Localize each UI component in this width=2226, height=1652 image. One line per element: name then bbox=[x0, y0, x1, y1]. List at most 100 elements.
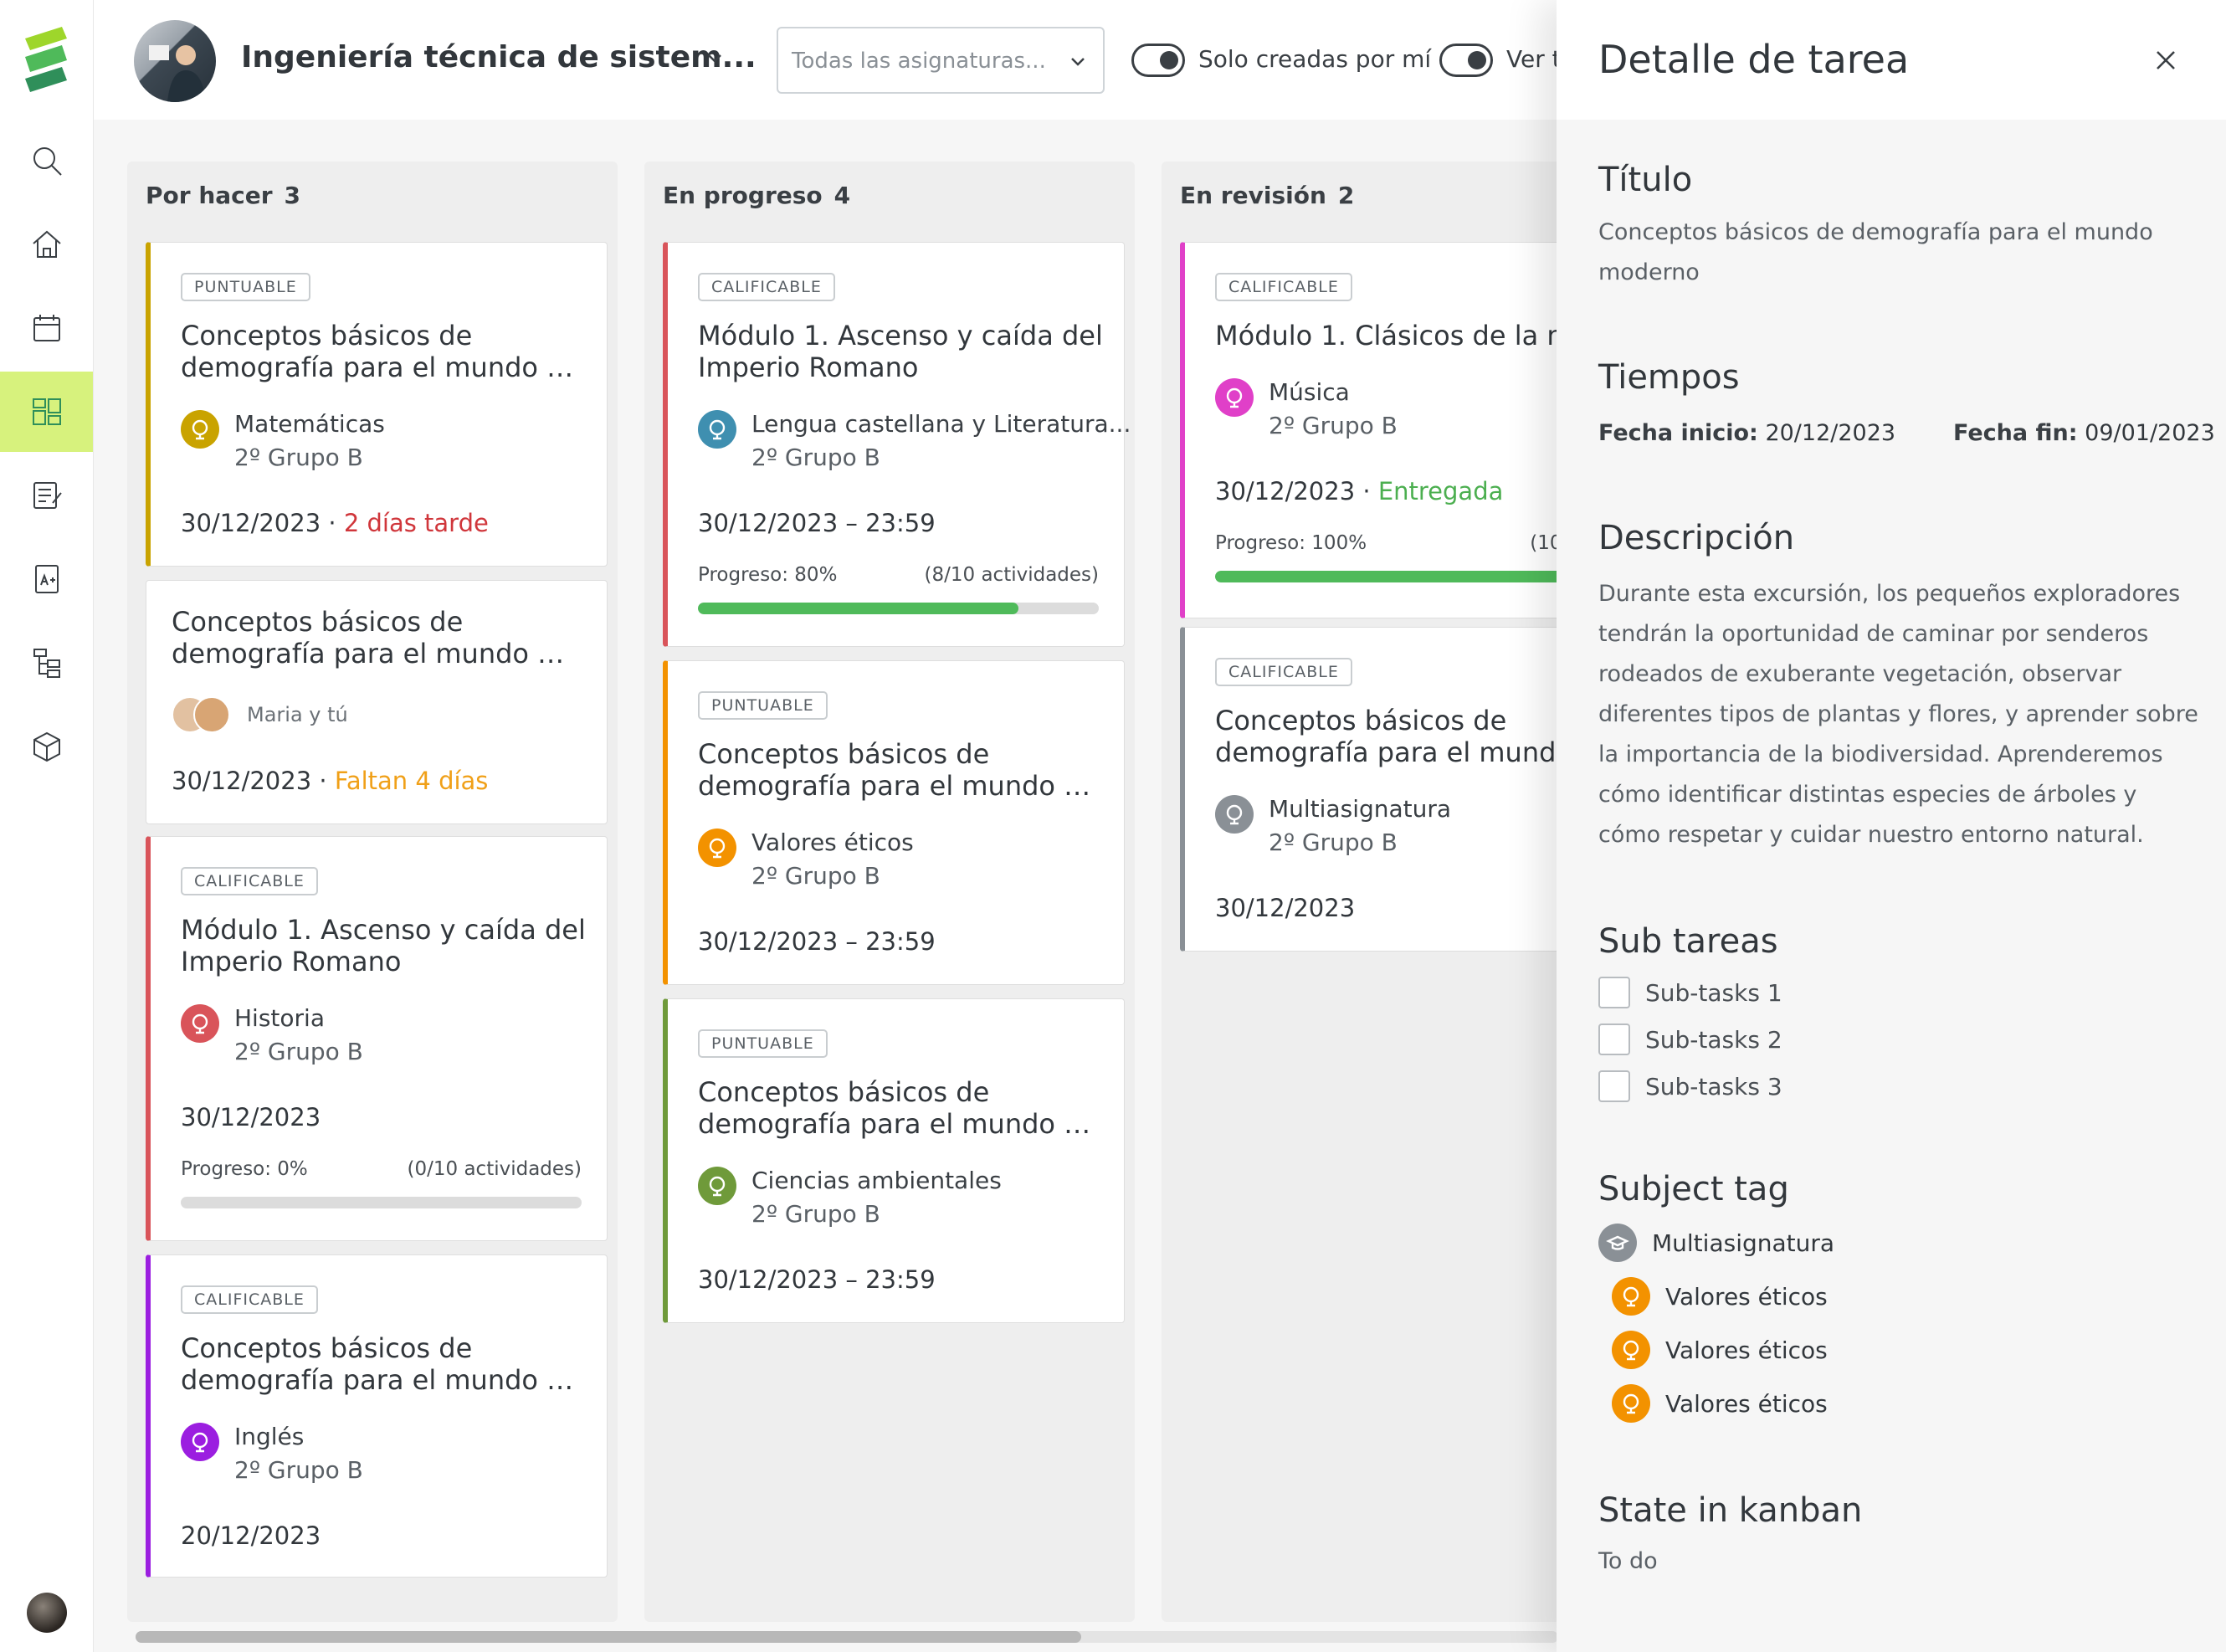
subject-icon bbox=[181, 410, 219, 449]
course-title[interactable]: Ingeniería técnica de sistem... bbox=[241, 40, 757, 74]
card-date: 30/12/2023 – 23:59 bbox=[698, 927, 936, 956]
progress-fill bbox=[698, 603, 1019, 614]
card-title: Módulo 1. Clásicos de la mú bbox=[1215, 320, 1558, 351]
home-icon[interactable] bbox=[0, 204, 93, 285]
subject-tag-item: Valores éticos bbox=[1612, 1277, 1828, 1316]
task-card[interactable]: CALIFICABLE Módulo 1. Ascenso y caída de… bbox=[663, 242, 1131, 647]
subject-tag-item: Valores éticos bbox=[1612, 1331, 1828, 1369]
card-group: 2º Grupo B bbox=[751, 1200, 880, 1228]
card-tag: PUNTUABLE bbox=[181, 273, 310, 301]
progress-bar bbox=[181, 1197, 582, 1208]
card-subject: Ciencias ambientales bbox=[751, 1167, 1002, 1194]
card-subject: Multiasignatura bbox=[1269, 795, 1452, 823]
card-title: Conceptos básicos de demografía para el m… bbox=[1215, 705, 1558, 768]
column-header: En progreso 4 bbox=[663, 182, 851, 209]
column-header: En revisión 2 bbox=[1180, 182, 1355, 209]
card-date: 30/12/2023 · Faltan 4 días bbox=[172, 767, 489, 795]
card-tag: CALIFICABLE bbox=[1215, 658, 1352, 686]
task-card[interactable]: CALIFICABLE Módulo 1. Ascenso y caída de… bbox=[146, 836, 608, 1241]
sidebar bbox=[0, 0, 94, 1652]
card-subject: Valores éticos bbox=[751, 829, 914, 856]
top-bar: Ingeniería técnica de sistem... Todas la… bbox=[94, 0, 1562, 120]
participants-label: Maria y tú bbox=[247, 703, 348, 726]
section-times: Tiempos bbox=[1598, 358, 1740, 397]
kanban-icon[interactable] bbox=[0, 372, 93, 452]
tasks-icon[interactable] bbox=[0, 455, 93, 536]
task-title-value: Conceptos básicos de demografía para el … bbox=[1598, 219, 2153, 285]
resources-icon[interactable] bbox=[0, 706, 93, 787]
card-date: 30/12/2023 – 23:59 bbox=[698, 1265, 936, 1294]
subject-icon bbox=[1215, 795, 1254, 834]
card-group: 2º Grupo B bbox=[234, 444, 363, 471]
kanban-board: Por hacer 3 PUNTUABLE Conceptos básicos d… bbox=[94, 120, 1558, 1652]
card-status: Faltan 4 días bbox=[334, 767, 489, 795]
subject-icon bbox=[1612, 1331, 1650, 1369]
progress-count: (10/10 activi bbox=[1530, 532, 1558, 554]
progress-count: (0/10 actividades) bbox=[407, 1158, 582, 1180]
task-card[interactable]: PUNTUABLE Conceptos básicos de demografía… bbox=[146, 242, 608, 567]
card-title: Módulo 1. Ascenso y caída del Imperio Rom… bbox=[698, 320, 1103, 383]
user-avatar[interactable] bbox=[27, 1593, 67, 1633]
task-card[interactable]: CALIFICABLE Conceptos básicos de demograf… bbox=[146, 1254, 608, 1578]
subtask-checkbox[interactable] bbox=[1598, 977, 1630, 1008]
start-date: Fecha inicio: 20/12/2023 bbox=[1598, 420, 1896, 446]
grades-icon[interactable] bbox=[0, 539, 93, 619]
card-group: 2º Grupo B bbox=[751, 862, 880, 890]
section-subtasks: Sub tareas bbox=[1598, 922, 1778, 961]
description-text: Durante esta excursión, los pequeños exp… bbox=[1598, 581, 2198, 848]
task-card[interactable]: PUNTUABLE Conceptos básicos de demografía… bbox=[663, 660, 1125, 985]
own-tasks-toggle[interactable] bbox=[1131, 44, 1185, 77]
card-tag: CALIFICABLE bbox=[181, 867, 318, 895]
second-toggle[interactable] bbox=[1439, 44, 1493, 77]
panel-title: Detalle de tarea bbox=[1598, 37, 1910, 82]
subtask-checkbox[interactable] bbox=[1598, 1070, 1630, 1102]
close-icon[interactable] bbox=[2149, 44, 2182, 77]
subject-tag-item: Multiasignatura bbox=[1598, 1224, 1834, 1262]
calendar-icon[interactable] bbox=[0, 288, 93, 368]
progress-label: Progreso: 80% bbox=[698, 564, 838, 586]
horizontal-scrollbar[interactable] bbox=[136, 1631, 1558, 1643]
scrollbar-thumb[interactable] bbox=[136, 1631, 1081, 1643]
participants-avatars bbox=[172, 696, 232, 735]
card-subject: Historia bbox=[234, 1004, 325, 1032]
subtask-checkbox[interactable] bbox=[1598, 1024, 1630, 1055]
task-card[interactable]: CALIFICABLE Conceptos básicos de demograf… bbox=[1180, 627, 1558, 952]
card-date: 30/12/2023 – 23:59 bbox=[698, 509, 936, 537]
card-subject: Matemáticas bbox=[234, 410, 385, 438]
column-todo: Por hacer 3 PUNTUABLE Conceptos básicos d… bbox=[127, 162, 618, 1622]
card-group: 2º Grupo B bbox=[234, 1456, 363, 1484]
card-subject: Lengua castellana y Literatura... bbox=[751, 410, 1131, 438]
card-tag: PUNTUABLE bbox=[698, 1029, 828, 1058]
subject-icon bbox=[698, 1167, 736, 1205]
subject-icon bbox=[698, 410, 736, 449]
card-status: Entregada bbox=[1377, 477, 1504, 505]
card-date: 30/12/2023 bbox=[181, 1103, 321, 1131]
card-group: 2º Grupo B bbox=[751, 444, 880, 471]
subtask-item[interactable]: Sub-tasks 2 bbox=[1598, 1023, 1782, 1056]
card-subject: Inglés bbox=[234, 1423, 305, 1450]
card-date: 20/12/2023 bbox=[181, 1521, 321, 1550]
app-logo[interactable] bbox=[18, 23, 74, 97]
subject-icon bbox=[1612, 1384, 1650, 1423]
hierarchy-icon[interactable] bbox=[0, 623, 93, 703]
section-description: Descripción bbox=[1598, 519, 1795, 557]
card-status: 2 días tarde bbox=[343, 509, 489, 537]
section-state: State in kanban bbox=[1598, 1491, 1863, 1530]
task-card[interactable]: CALIFICABLE Módulo 1. Clásicos de la mú … bbox=[1180, 242, 1558, 618]
task-detail-panel: Detalle de tarea Título Conceptos básico… bbox=[1557, 0, 2226, 1652]
task-card[interactable]: PUNTUABLE Conceptos básicos de demografía… bbox=[663, 998, 1125, 1323]
chevron-down-icon[interactable] bbox=[703, 47, 726, 70]
task-card[interactable]: Conceptos básicos de demografía para el m… bbox=[146, 580, 608, 824]
card-date: 30/12/2023 · Entregada bbox=[1215, 477, 1504, 505]
card-group: 2º Grupo B bbox=[234, 1038, 363, 1065]
subject-icon bbox=[1215, 378, 1254, 417]
subject-icon bbox=[181, 1423, 219, 1461]
progress-label: Progreso: 0% bbox=[181, 1158, 308, 1180]
section-title: Título bbox=[1598, 161, 1693, 199]
chevron-down-icon bbox=[1071, 58, 1085, 66]
subtask-item[interactable]: Sub-tasks 3 bbox=[1598, 1070, 1782, 1103]
subtask-item[interactable]: Sub-tasks 1 bbox=[1598, 976, 1782, 1009]
card-tag: CALIFICABLE bbox=[181, 1285, 318, 1314]
search-icon[interactable] bbox=[0, 121, 93, 201]
subjects-select[interactable]: Todas las asignaturas... bbox=[777, 27, 1105, 94]
